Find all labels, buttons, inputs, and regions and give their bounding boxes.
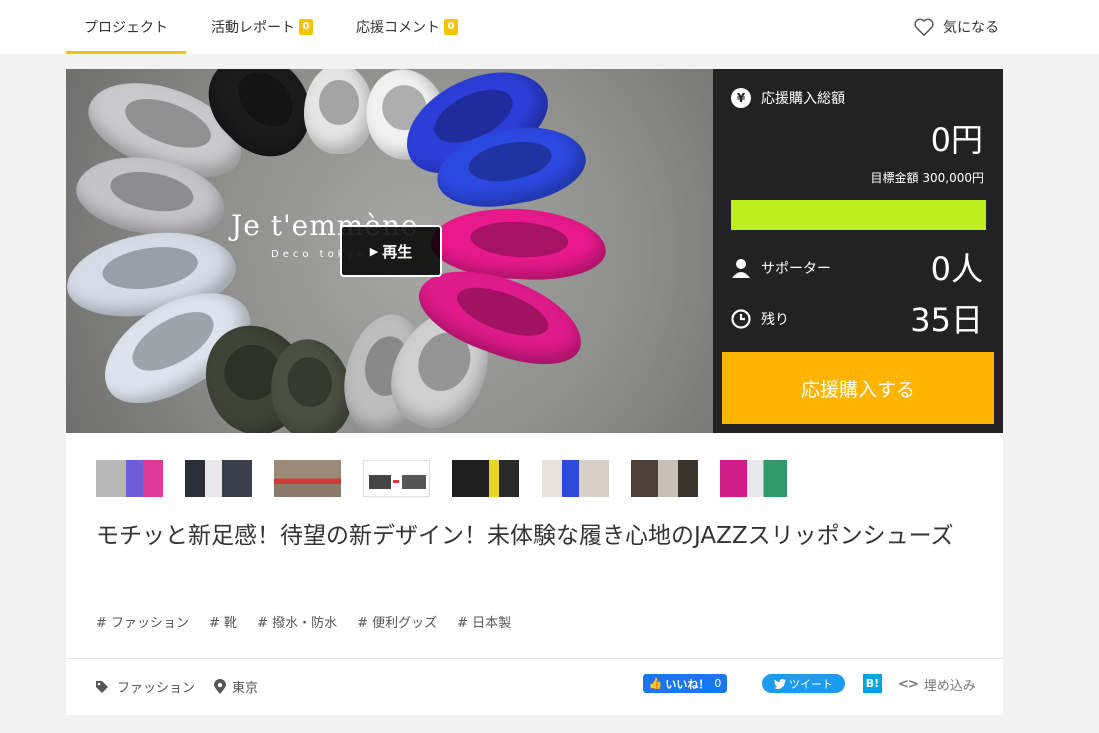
location-label: 東京	[232, 681, 259, 696]
remaining-days: 35日	[910, 301, 983, 339]
hatena-bookmark-button[interactable]: B!	[863, 674, 882, 693]
thumbs-up-icon: 👍	[648, 677, 663, 690]
total-label-text: 応援購入総額	[761, 91, 845, 107]
play-video-button[interactable]: ▶ 再生	[340, 225, 442, 277]
hatena-label: B!	[865, 677, 880, 690]
tag-link[interactable]: # ファッション	[96, 612, 189, 631]
tag-link[interactable]: # 撥水・防水	[257, 612, 337, 631]
supporters-label: サポーター	[731, 258, 831, 278]
gallery-thumbnail[interactable]	[96, 460, 163, 497]
tab-comments[interactable]: 応援コメント 0	[356, 0, 458, 54]
project-title: モチッと新足感！待望の新デザイン！未体験な履き心地のJAZZスリッポンシューズ	[96, 523, 954, 549]
tag-link[interactable]: # 便利グッズ	[357, 612, 437, 631]
top-nav: プロジェクト 活動レポート 0 応援コメント 0 気になる	[0, 0, 1099, 54]
supporters-count: 0人	[930, 250, 983, 288]
twitter-bird-icon	[774, 678, 786, 689]
gallery-thumbnail[interactable]	[631, 460, 698, 497]
location-link[interactable]: 東京	[214, 677, 258, 696]
play-icon: ▶	[369, 244, 379, 258]
funding-progress-bar	[731, 200, 986, 230]
tag-icon	[96, 680, 108, 693]
yen-icon: ¥	[731, 88, 751, 108]
tweet-button[interactable]: ツイート	[762, 674, 845, 693]
tag-link[interactable]: # 日本製	[457, 612, 511, 631]
count-badge: 0	[299, 19, 313, 35]
play-label: 再生	[382, 242, 413, 261]
supporters-label-text: サポーター	[761, 261, 831, 277]
gallery-thumbnail[interactable]	[452, 460, 519, 497]
tag-list: # ファッション # 靴 # 撥水・防水 # 便利グッズ # 日本製	[96, 612, 531, 631]
tab-project[interactable]: プロジェクト	[66, 0, 186, 54]
person-icon	[731, 258, 751, 278]
map-pin-icon	[214, 679, 226, 694]
tag-link[interactable]: # 靴	[209, 612, 237, 631]
like-label: いいね！	[665, 677, 710, 691]
buy-label: 応援購入する	[800, 378, 915, 401]
tab-label: 応援コメント	[356, 20, 440, 36]
category-link[interactable]: ファッション	[95, 677, 195, 696]
gallery-thumbnail[interactable]	[720, 460, 787, 497]
total-amount-label: ¥ 応援購入総額	[731, 88, 845, 108]
embed-button[interactable]: <> 埋め込み	[898, 675, 976, 694]
heart-icon	[914, 18, 934, 37]
project-main-image: Je t'emmène Deco tokyo ▶ 再生	[66, 69, 713, 433]
favorite-label: 気になる	[943, 20, 999, 36]
tab-label: プロジェクト	[84, 20, 168, 36]
favorite-button[interactable]: 気になる	[913, 0, 999, 54]
like-count: 0	[714, 677, 722, 690]
tab-label: 活動レポート	[211, 20, 295, 36]
gallery-thumbnail[interactable]	[185, 460, 252, 497]
gallery-thumbnail[interactable]	[274, 460, 341, 497]
divider	[66, 658, 1003, 659]
count-badge: 0	[444, 19, 458, 35]
facebook-like-button[interactable]: 👍 いいね！ 0	[643, 674, 727, 693]
remaining-label-text: 残り	[761, 312, 789, 328]
funding-panel: ¥ 応援購入総額 0円 目標金額 300,000円 サポーター 0人 残り 35…	[713, 69, 1003, 433]
tweet-label: ツイート	[789, 677, 833, 691]
clock-icon	[731, 309, 751, 329]
support-purchase-button[interactable]: 応援購入する	[722, 352, 994, 424]
gallery-thumbnail[interactable]	[363, 460, 430, 497]
total-amount-value: 0円	[930, 121, 983, 159]
category-label: ファッション	[117, 681, 196, 696]
tab-activity-report[interactable]: 活動レポート 0	[211, 0, 313, 54]
remaining-label: 残り	[731, 309, 789, 329]
embed-label: 埋め込み	[923, 679, 976, 694]
goal-amount: 目標金額 300,000円	[870, 171, 984, 185]
code-brackets-icon: <>	[898, 677, 919, 692]
gallery-thumbnail[interactable]	[542, 460, 609, 497]
